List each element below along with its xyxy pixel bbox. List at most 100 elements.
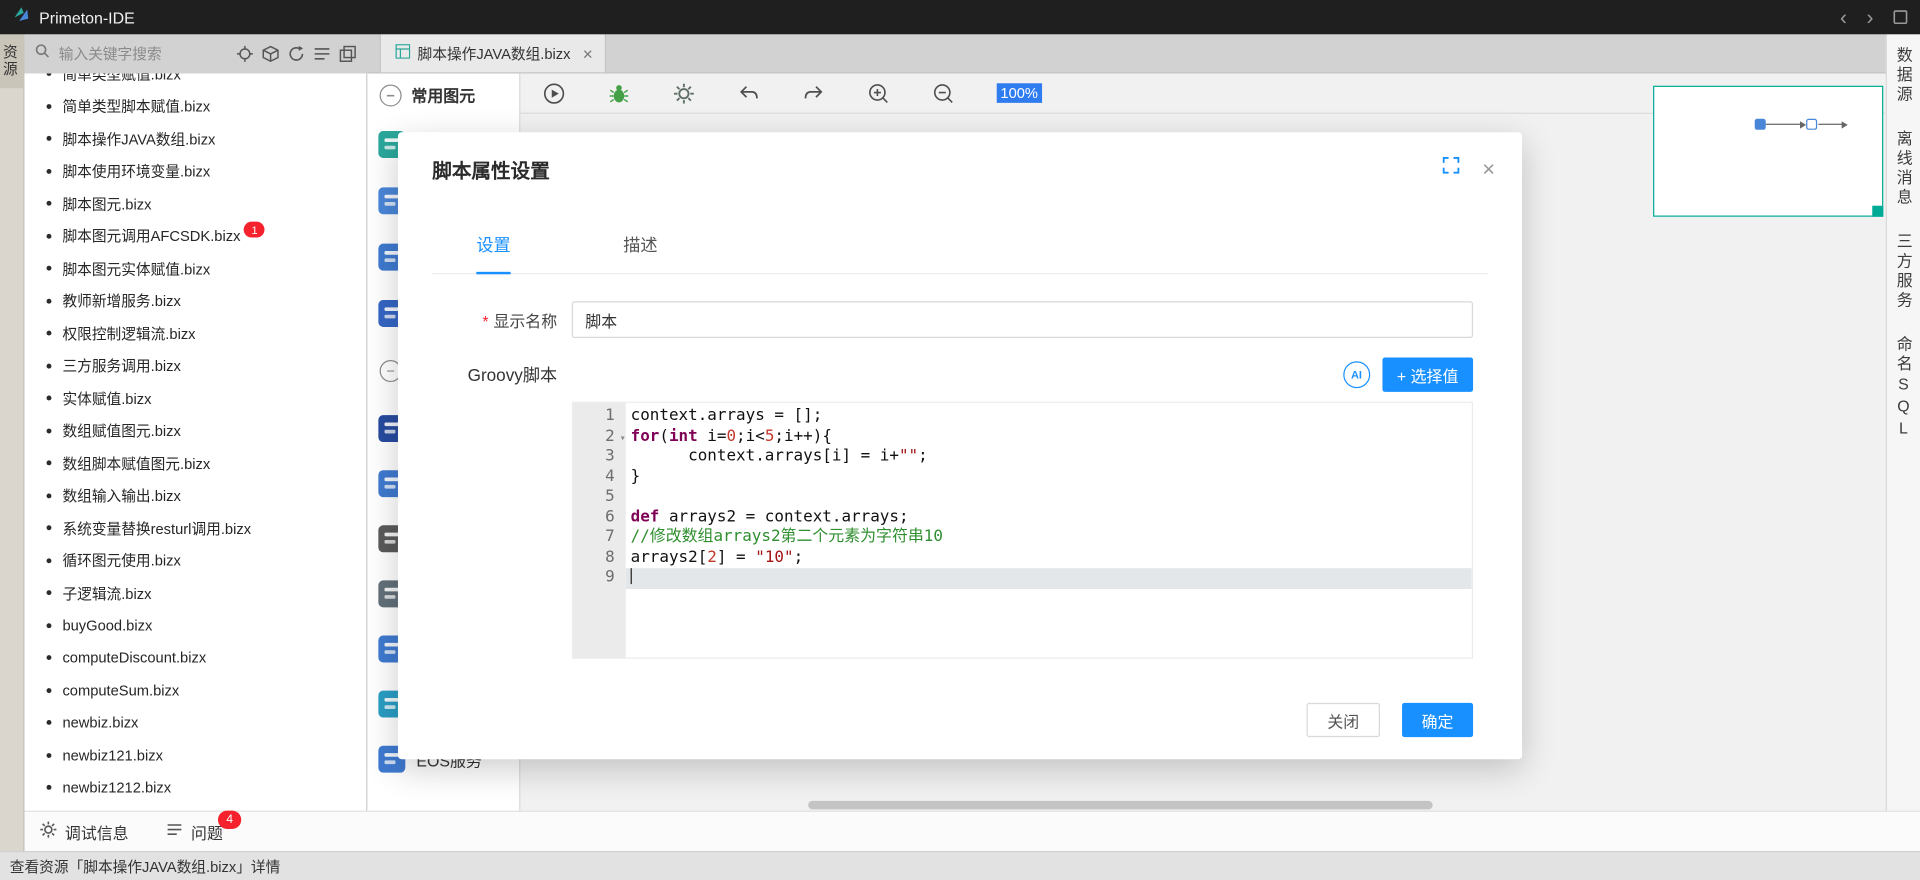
editor-code-area[interactable]: context.arrays = []; for(int i=0;i<5;i++)… [625, 403, 1472, 658]
close-button[interactable]: 关闭 [1306, 702, 1380, 738]
file-tree-item[interactable]: 子逻辑流.bizx [24, 577, 366, 609]
file-tree-item[interactable]: 简单类型脚本赋值.bizx [24, 90, 366, 122]
code-line[interactable] [626, 487, 1472, 507]
required-mark: * [482, 311, 489, 331]
file-tree-item[interactable]: computeDiscount.bizx [24, 642, 366, 674]
code-line[interactable]: for(int i=0;i<5;i++){ [626, 427, 1472, 447]
file-tree-item[interactable]: 数组脚本赋值图元.bizx [24, 447, 366, 479]
problems-tab[interactable]: 问题 4 [165, 810, 242, 843]
right-rail-tab[interactable]: 三方服务 [1892, 233, 1915, 311]
dialog-title: 脚本属性设置 [432, 161, 550, 183]
file-tree-item[interactable]: newbiz.bizx [24, 707, 366, 739]
package-icon[interactable] [262, 45, 279, 63]
file-bullet-icon [46, 103, 52, 109]
file-tree-item[interactable]: 三方服务调用.bizx [24, 350, 366, 382]
refresh-icon[interactable] [288, 45, 305, 62]
right-rail-tab[interactable]: 数据源 [1892, 47, 1915, 106]
code-line[interactable]: //修改数组arrays2第二个元素为字符串10 [626, 528, 1472, 548]
file-name: 数组赋值图元.bizx [62, 422, 181, 440]
editor-tab-active[interactable]: 脚本操作JAVA数组.bizx × [379, 34, 607, 73]
file-name: 权限控制逻辑流.bizx [62, 325, 196, 343]
select-value-button[interactable]: + 选择值 [1382, 357, 1474, 392]
file-bullet-icon [46, 752, 52, 758]
palette-group-common[interactable]: − 常用图元 [367, 73, 519, 116]
groovy-code-editor[interactable]: 1 2 ▾ 3 4 5 6 7 8 9 context.arrays = []; for(int i… [571, 401, 1474, 659]
zoom-out-icon[interactable] [932, 81, 955, 104]
file-tree-item[interactable]: 教师新增服务.bizx [24, 285, 366, 317]
code-line[interactable]: context.arrays[i] = i+""; [626, 447, 1472, 467]
code-line[interactable] [625, 568, 1472, 589]
close-icon[interactable]: × [1482, 157, 1495, 179]
window-layout-icon[interactable] [1893, 7, 1908, 28]
fullscreen-icon[interactable] [1443, 157, 1460, 180]
minimap-resize-handle[interactable] [1872, 205, 1884, 217]
file-tree-item[interactable]: 权限控制逻辑流.bizx [24, 317, 366, 349]
file-name: 脚本图元实体赋值.bizx [62, 260, 211, 278]
file-tree-item[interactable]: 脚本操作JAVA数组.bizx [24, 122, 366, 154]
undo-icon[interactable] [737, 81, 760, 104]
file-name: 子逻辑流.bizx [62, 585, 152, 603]
file-tree-item[interactable]: 脚本图元实体赋值.bizx [24, 252, 366, 284]
file-tree-item[interactable] [24, 804, 366, 811]
file-badge: 1 [244, 221, 265, 238]
file-tree-item[interactable]: computeSum.bizx [24, 674, 366, 706]
history-back-icon[interactable]: ‹ [1840, 7, 1847, 28]
tab-settings[interactable]: 设置 [476, 233, 511, 275]
status-bar: 查看资源「脚本操作JAVA数组.bizx」详情 [0, 851, 1920, 880]
debug-config-icon[interactable] [672, 81, 695, 104]
zoom-in-icon[interactable] [867, 81, 890, 104]
gutter-line-number: 4 [605, 467, 615, 486]
list-icon[interactable] [313, 45, 330, 62]
redo-icon[interactable] [802, 81, 825, 104]
search-input[interactable] [56, 44, 231, 64]
file-tree-item[interactable]: 实体赋值.bizx [24, 382, 366, 414]
right-rail: 数据源离线消息三方服务命名SQL [1885, 34, 1920, 811]
app-title: Primeton-IDE [39, 7, 135, 27]
file-tree-item[interactable]: newbiz1212.bizx [24, 771, 366, 803]
bottom-bar: 调试信息 问题 4 [24, 810, 1920, 852]
problems-count-badge: 4 [217, 810, 242, 829]
file-tree-item[interactable]: 简单类型赋值.bizx [24, 73, 366, 90]
left-rail: 资源 [0, 34, 25, 852]
tab-description[interactable]: 描述 [623, 233, 657, 273]
minimap[interactable] [1653, 85, 1884, 217]
display-name-input[interactable] [571, 301, 1474, 338]
locate-icon[interactable] [236, 45, 253, 62]
debug-icon[interactable] [607, 81, 630, 104]
scrollbar-thumb[interactable] [808, 800, 1433, 810]
ok-button[interactable]: 确定 [1402, 702, 1474, 738]
gutter-line-number: 7 [605, 527, 615, 547]
zoom-level-value[interactable]: 100% [996, 83, 1042, 103]
collapse-icon[interactable]: − [379, 83, 402, 106]
code-line[interactable]: def arrays2 = context.arrays; [626, 508, 1472, 528]
file-tree-item[interactable]: newbiz121.bizx [24, 739, 366, 771]
file-bullet-icon [46, 298, 52, 304]
file-name: buyGood.bizx [62, 616, 153, 634]
right-rail-tab[interactable]: 命名SQL [1892, 336, 1915, 441]
file-tree-item[interactable]: 脚本使用环境变量.bizx [24, 155, 366, 187]
history-forward-icon[interactable]: › [1867, 7, 1874, 28]
right-rail-tab[interactable]: 离线消息 [1892, 130, 1915, 208]
file-tree-item[interactable]: 循环图元使用.bizx [24, 544, 366, 576]
left-rail-tab-resources[interactable]: 资源 [0, 34, 25, 89]
file-tree-item[interactable]: buyGood.bizx [24, 609, 366, 641]
file-tree-item[interactable]: 数组赋值图元.bizx [24, 414, 366, 446]
file-bullet-icon [46, 233, 52, 239]
debug-info-tab[interactable]: 调试信息 [39, 820, 129, 843]
tab-close-icon[interactable]: × [583, 45, 593, 62]
file-tree-item[interactable]: 脚本图元调用AFCSDK.bizx 1 [24, 220, 366, 252]
ai-assistant-icon[interactable]: AI [1343, 361, 1370, 389]
code-fold-icon[interactable]: ▾ [620, 428, 626, 448]
code-line[interactable]: } [626, 467, 1472, 487]
gutter-line-number: 6 [605, 507, 615, 526]
export-icon[interactable] [339, 45, 356, 62]
file-tree-item[interactable]: 脚本图元.bizx [24, 187, 366, 219]
file-name: 教师新增服务.bizx [62, 292, 181, 311]
run-icon[interactable] [542, 81, 565, 104]
code-line[interactable]: arrays2[2] = "10"; [626, 548, 1472, 568]
file-tree-item[interactable]: 系统变量替换resturl调用.bizx [24, 512, 366, 544]
file-bullet-icon [46, 330, 52, 336]
code-line[interactable]: context.arrays = []; [626, 407, 1472, 427]
canvas-horizontal-scrollbar [520, 800, 1885, 811]
file-tree-item[interactable]: 数组输入输出.bizx [24, 479, 366, 511]
